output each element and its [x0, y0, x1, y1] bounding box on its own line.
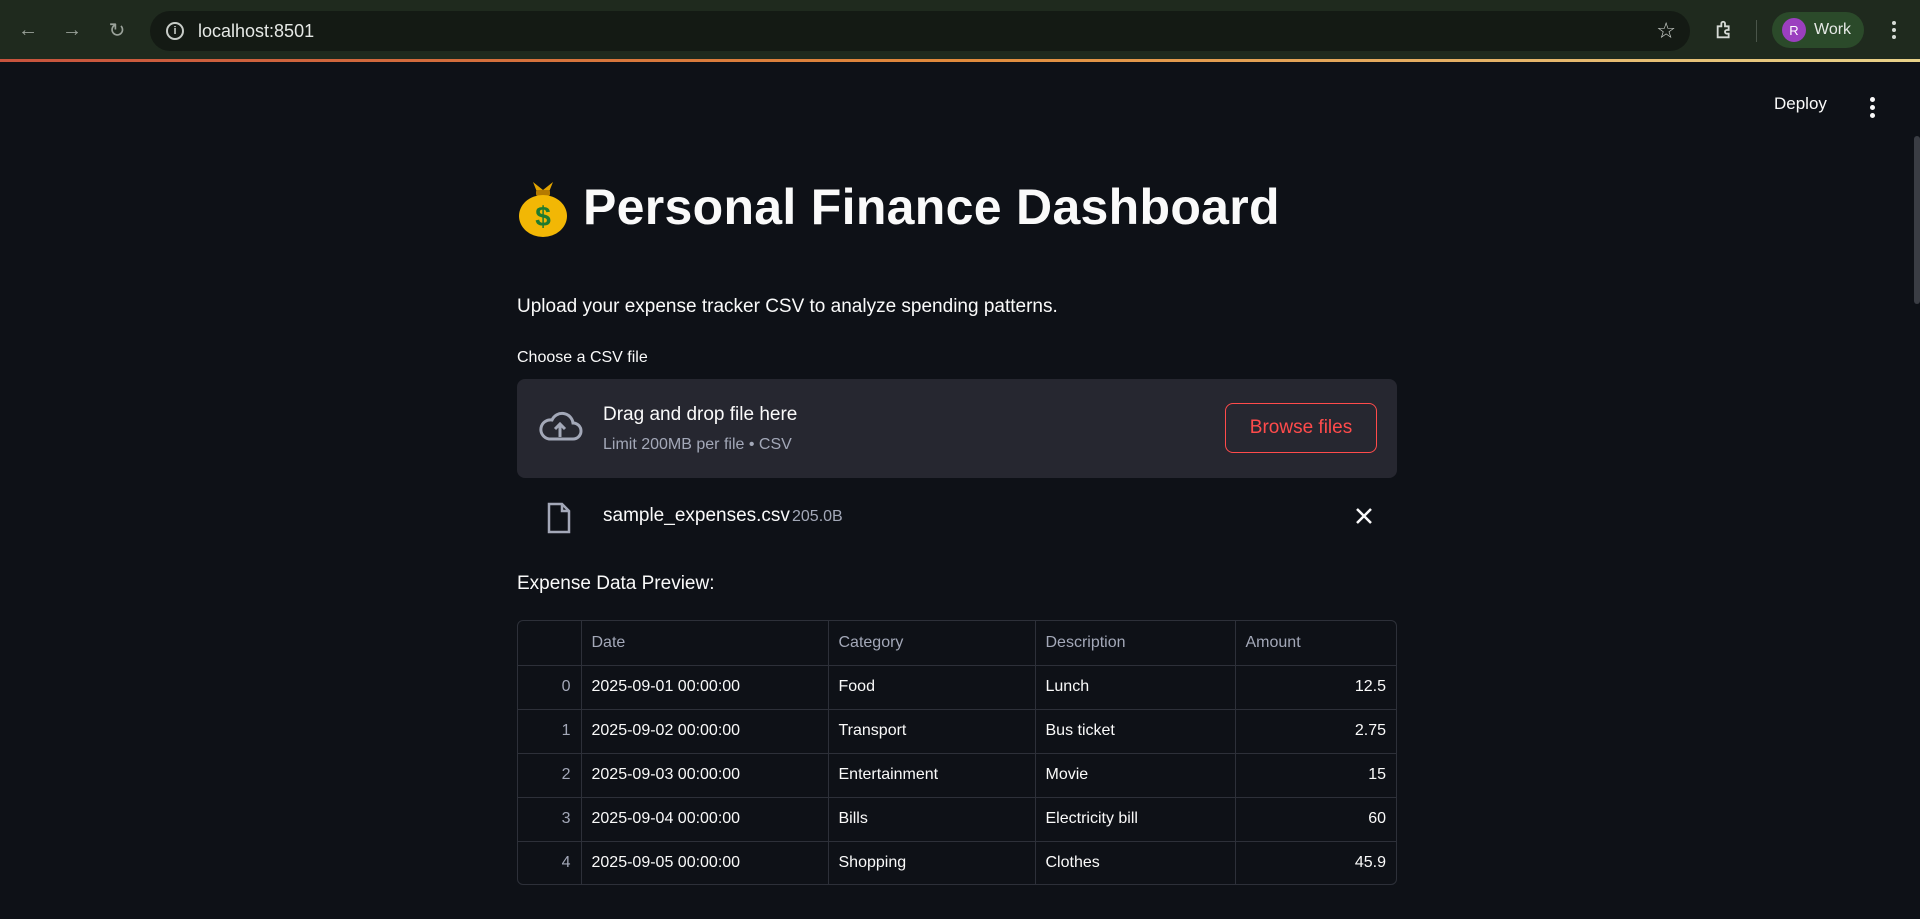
- table-row: 3 2025-09-04 00:00:00 Bills Electricity …: [518, 797, 1396, 842]
- close-icon[interactable]: [1352, 504, 1376, 528]
- dropzone-title: Drag and drop file here: [603, 404, 798, 425]
- row-index: 1: [518, 709, 582, 754]
- svg-text:$: $: [535, 201, 551, 232]
- cell-date[interactable]: 2025-09-01 00:00:00: [581, 665, 829, 710]
- table-row: 0 2025-09-01 00:00:00 Food Lunch 12.5: [518, 665, 1396, 710]
- preview-heading: Expense Data Preview:: [517, 573, 715, 594]
- money-bag-icon: $: [519, 182, 567, 237]
- table-header-row: Date Category Description Amount: [518, 621, 1396, 666]
- cell-amount[interactable]: 15: [1235, 753, 1396, 798]
- extensions-puzzle-icon[interactable]: [1711, 16, 1739, 44]
- cell-category[interactable]: Entertainment: [828, 753, 1036, 798]
- cell-amount[interactable]: 60: [1235, 797, 1396, 842]
- cell-date[interactable]: 2025-09-03 00:00:00: [581, 753, 829, 798]
- file-icon: [547, 502, 571, 534]
- file-uploader-label: Choose a CSV file: [517, 349, 648, 366]
- bookmark-star-icon[interactable]: ☆: [1656, 18, 1676, 44]
- cell-description[interactable]: Electricity bill: [1035, 797, 1236, 842]
- table-row: 2 2025-09-03 00:00:00 Entertainment Movi…: [518, 753, 1396, 798]
- page-title: Personal Finance Dashboard: [583, 179, 1280, 235]
- uploaded-file-name: sample_expenses.csv: [603, 505, 790, 526]
- address-bar[interactable]: i localhost:8501 ☆: [150, 11, 1690, 51]
- cell-description[interactable]: Movie: [1035, 753, 1236, 798]
- table-row: 1 2025-09-02 00:00:00 Transport Bus tick…: [518, 709, 1396, 754]
- row-index: 4: [518, 841, 582, 884]
- app-menu-icon[interactable]: [1862, 95, 1882, 119]
- reload-icon[interactable]: ↻: [101, 14, 133, 46]
- cell-amount[interactable]: 2.75: [1235, 709, 1396, 754]
- back-arrow-icon[interactable]: ←: [12, 14, 44, 46]
- cloud-upload-icon: [539, 411, 583, 441]
- toolbar-accent-line: [0, 59, 1920, 62]
- browser-toolbar: ← → ↻ i localhost:8501 ☆ R Work: [0, 0, 1920, 62]
- cell-amount[interactable]: 12.5: [1235, 665, 1396, 710]
- column-header-amount[interactable]: Amount: [1235, 621, 1396, 666]
- cell-category[interactable]: Bills: [828, 797, 1036, 842]
- cell-category[interactable]: Food: [828, 665, 1036, 710]
- browser-menu-icon[interactable]: [1882, 14, 1906, 46]
- dropzone-limit-text: Limit 200MB per file • CSV: [603, 436, 792, 453]
- deploy-button[interactable]: Deploy: [1774, 94, 1827, 114]
- cell-category[interactable]: Transport: [828, 709, 1036, 754]
- page-subtitle: Upload your expense tracker CSV to analy…: [517, 296, 1058, 317]
- cell-description[interactable]: Lunch: [1035, 665, 1236, 710]
- title-row: $ Personal Finance Dashboard: [517, 176, 1280, 238]
- site-info-icon[interactable]: i: [166, 22, 184, 40]
- url-text[interactable]: localhost:8501: [198, 21, 314, 42]
- cell-amount[interactable]: 45.9: [1235, 841, 1396, 884]
- table-row: 4 2025-09-05 00:00:00 Shopping Clothes 4…: [518, 841, 1396, 884]
- scrollbar[interactable]: [1914, 136, 1920, 304]
- profile-button[interactable]: R Work: [1772, 12, 1864, 48]
- cell-category[interactable]: Shopping: [828, 841, 1036, 884]
- column-header-description[interactable]: Description: [1035, 621, 1236, 666]
- cell-description[interactable]: Bus ticket: [1035, 709, 1236, 754]
- cell-date[interactable]: 2025-09-05 00:00:00: [581, 841, 829, 884]
- profile-label: Work: [1814, 21, 1852, 38]
- column-header-category[interactable]: Category: [828, 621, 1036, 666]
- expense-table[interactable]: Date Category Description Amount 0 2025-…: [517, 620, 1397, 885]
- column-header-index[interactable]: [518, 621, 582, 666]
- avatar: R: [1782, 18, 1806, 42]
- cell-description[interactable]: Clothes: [1035, 841, 1236, 884]
- browse-files-button[interactable]: Browse files: [1225, 403, 1377, 453]
- toolbar-divider: [1756, 20, 1757, 42]
- column-header-date[interactable]: Date: [581, 621, 829, 666]
- uploaded-file-size: 205.0B: [792, 508, 843, 525]
- forward-arrow-icon[interactable]: →: [56, 14, 88, 46]
- row-index: 0: [518, 665, 582, 710]
- cell-date[interactable]: 2025-09-04 00:00:00: [581, 797, 829, 842]
- cell-date[interactable]: 2025-09-02 00:00:00: [581, 709, 829, 754]
- uploaded-file-row: sample_expenses.csv 205.0B: [517, 493, 1397, 541]
- file-dropzone[interactable]: Drag and drop file here Limit 200MB per …: [517, 379, 1397, 478]
- row-index: 2: [518, 753, 582, 798]
- row-index: 3: [518, 797, 582, 842]
